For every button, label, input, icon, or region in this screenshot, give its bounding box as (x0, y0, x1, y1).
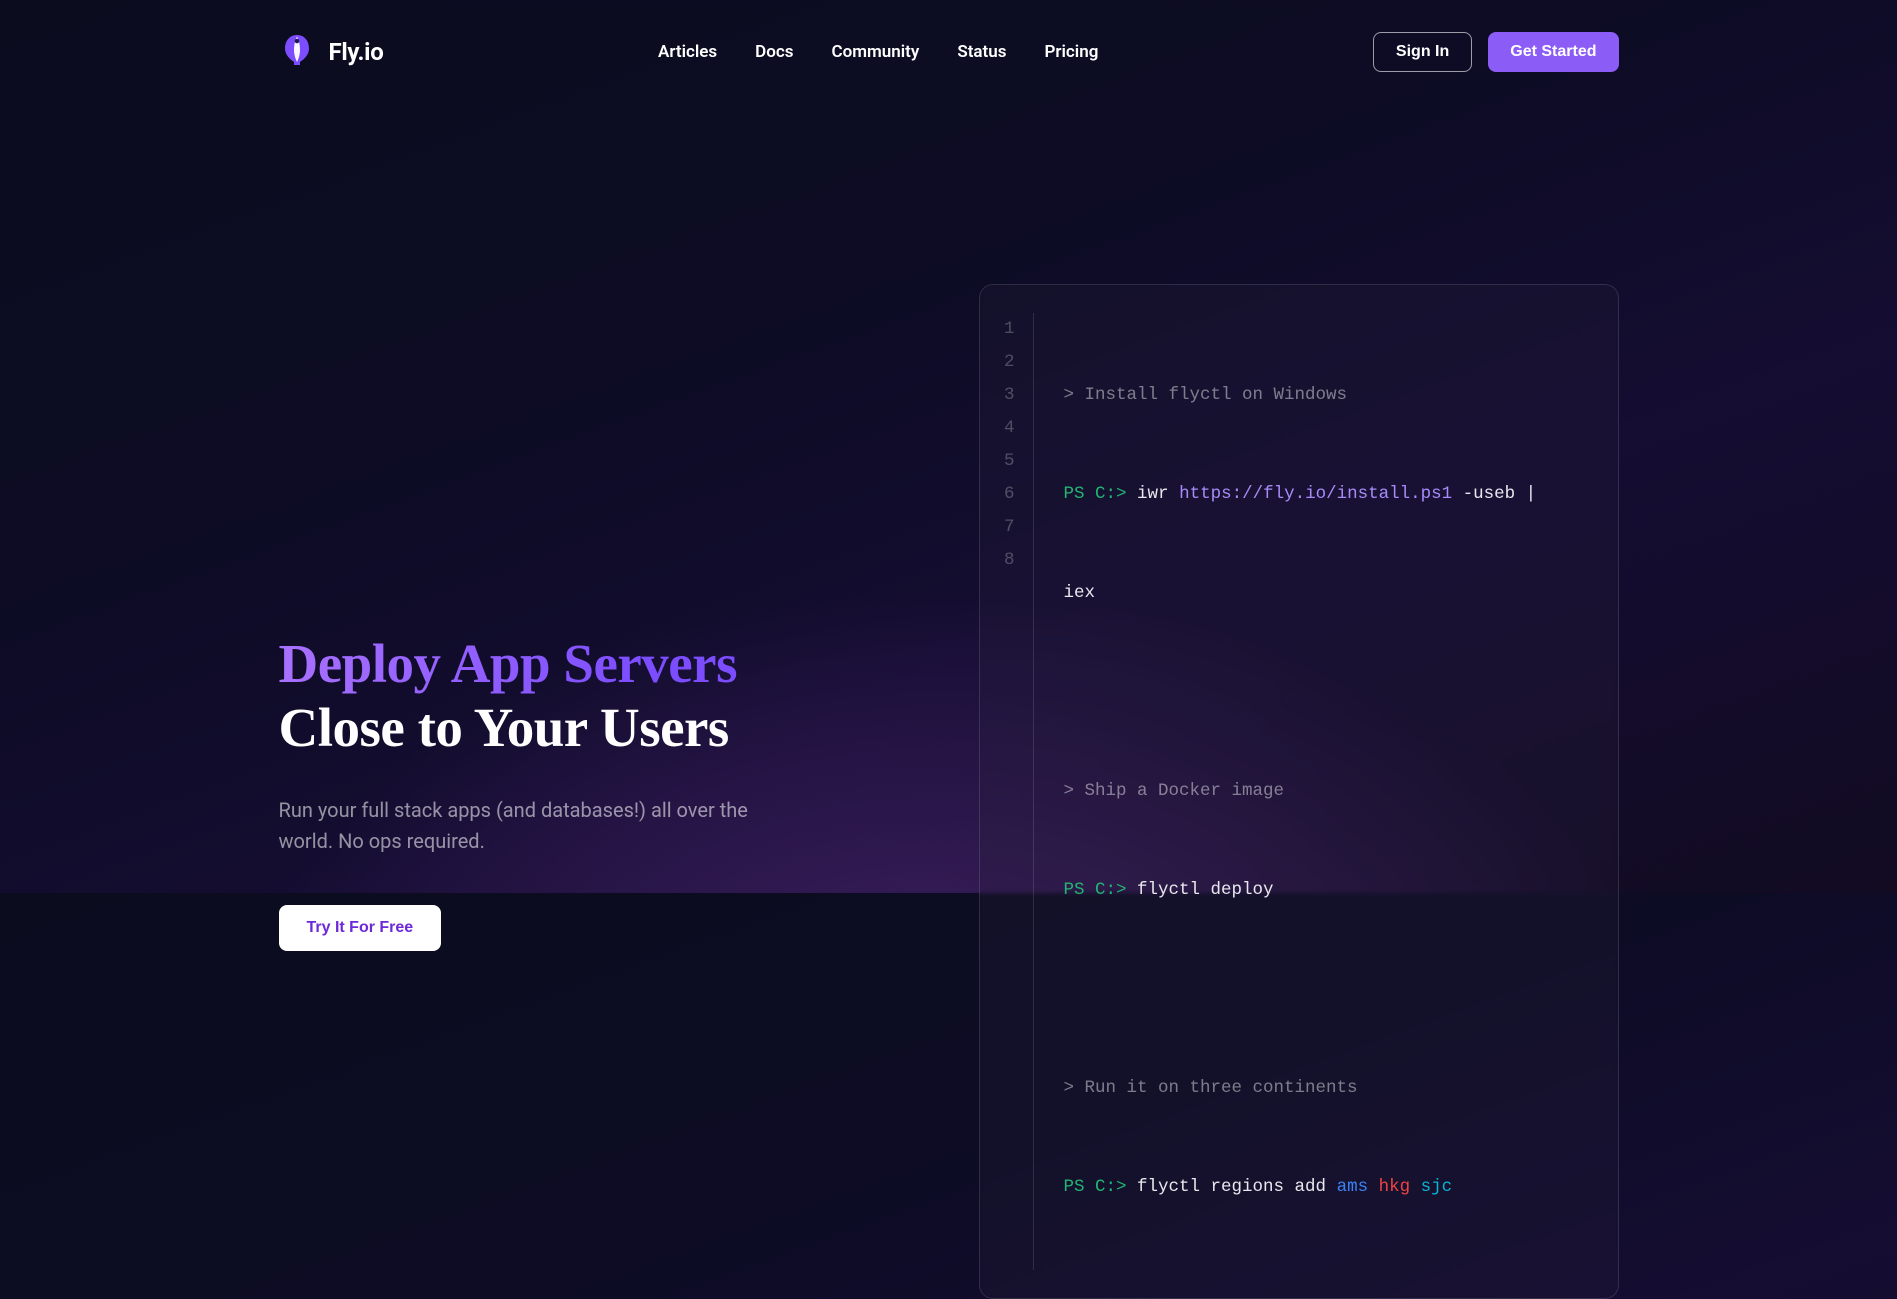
code-line: > Install flyctl on Windows (1064, 379, 1586, 412)
nav-link-docs[interactable]: Docs (755, 42, 793, 62)
hero-title-line2: Close to Your Users (279, 697, 729, 758)
code-panel: 1 2 3 4 5 6 7 8 > Install flyctl on Wind… (979, 284, 1619, 1299)
hero: Deploy App Servers Close to Your Users R… (279, 104, 1619, 1299)
nav-link-status[interactable]: Status (957, 42, 1006, 62)
nav-link-articles[interactable]: Articles (658, 42, 717, 62)
line-number: 4 (980, 412, 1015, 445)
code-line: PS C:> flyctl regions add ams hkg sjc (1064, 1171, 1586, 1204)
hero-text: Deploy App Servers Close to Your Users R… (279, 632, 919, 951)
code-line: PS C:> iwr https://fly.io/install.ps1 -u… (1064, 478, 1586, 511)
line-number: 6 (980, 478, 1015, 511)
code-line: > Run it on three continents (1064, 1072, 1586, 1105)
nav-link-community[interactable]: Community (831, 42, 919, 62)
code-line: iex (1064, 577, 1586, 610)
code-line (1064, 973, 1586, 1006)
code-line: PS C:> flyctl deploy (1064, 874, 1586, 907)
line-number: 7 (980, 511, 1015, 544)
signin-button[interactable]: Sign In (1373, 32, 1472, 72)
code-gutter: 1 2 3 4 5 6 7 8 (980, 313, 1034, 1270)
line-number: 8 (980, 544, 1015, 577)
code-content: > Install flyctl on Windows PS C:> iwr h… (1034, 313, 1586, 1270)
nav-link-pricing[interactable]: Pricing (1044, 42, 1098, 62)
try-free-button[interactable]: Try It For Free (279, 905, 442, 951)
hero-title: Deploy App Servers Close to Your Users (279, 632, 919, 759)
hero-title-line1: Deploy App Servers (279, 633, 738, 694)
code-line: > Ship a Docker image (1064, 775, 1586, 808)
hero-subtitle: Run your full stack apps (and databases!… (279, 795, 799, 857)
line-number: 5 (980, 445, 1015, 478)
line-number: 2 (980, 346, 1015, 379)
balloon-logo-icon (279, 32, 315, 72)
code-line (1064, 676, 1586, 709)
getstarted-button[interactable]: Get Started (1488, 32, 1618, 72)
brand[interactable]: Fly.io (279, 32, 384, 72)
line-number: 1 (980, 313, 1015, 346)
nav-links: Articles Docs Community Status Pricing (383, 42, 1372, 62)
brand-name: Fly.io (329, 38, 384, 66)
nav-actions: Sign In Get Started (1373, 32, 1619, 72)
line-number: 3 (980, 379, 1015, 412)
top-nav: Fly.io Articles Docs Community Status Pr… (279, 0, 1619, 104)
